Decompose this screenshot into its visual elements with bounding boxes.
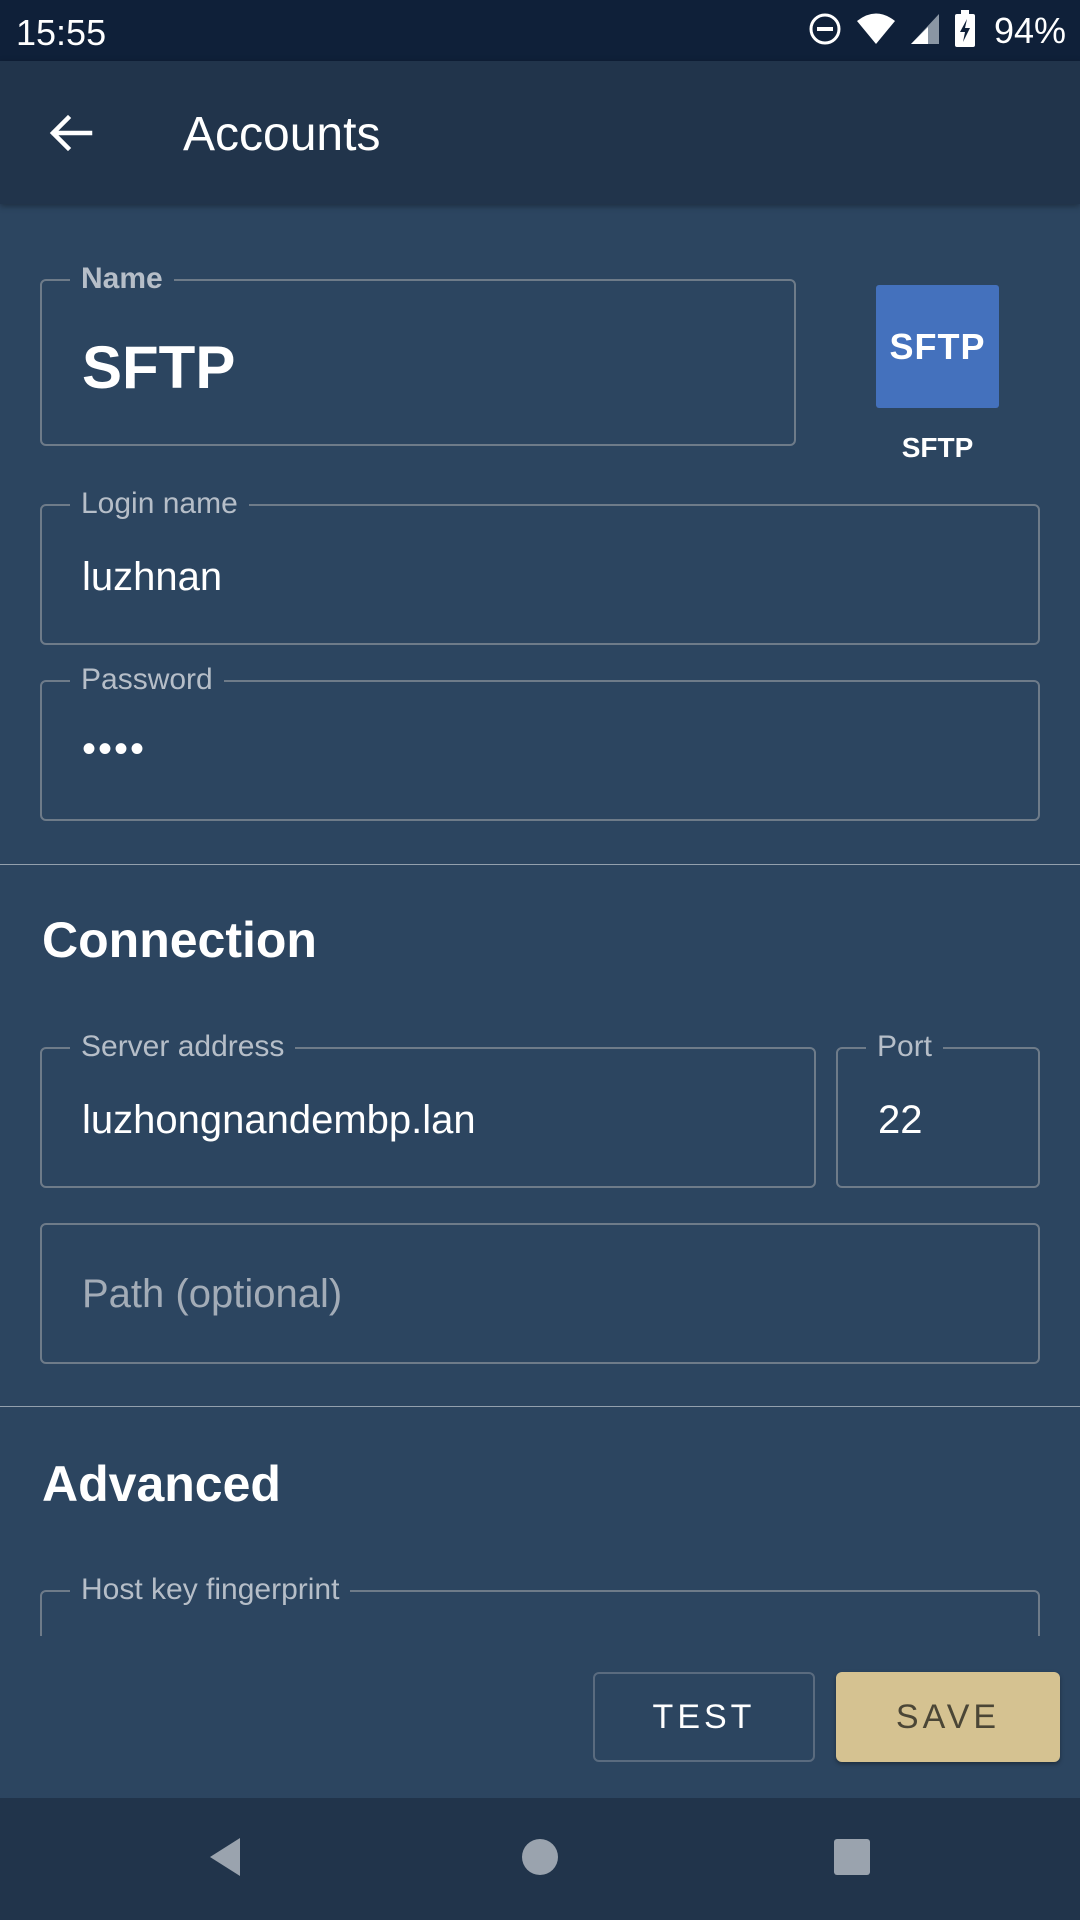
connection-title: Connection: [42, 912, 317, 968]
nav-back-button[interactable]: [196, 1829, 256, 1889]
battery-percent: 94%: [993, 10, 1066, 51]
save-button-label: SAVE: [895, 1697, 1001, 1736]
login-name-value: luzhnan: [82, 555, 223, 599]
account-type-tile-label: SFTP: [889, 325, 986, 367]
app-bar: Accounts: [0, 61, 1080, 204]
status-time: 15:55: [16, 12, 107, 53]
section-divider: [0, 864, 1080, 865]
server-address-label: Server address: [70, 1029, 296, 1065]
name-label: Name: [70, 261, 174, 297]
account-type-caption: SFTP: [901, 432, 974, 463]
battery-charging-icon: [954, 9, 976, 53]
host-key-fingerprint-label: Host key fingerprint: [70, 1572, 351, 1608]
nav-recents-button[interactable]: [822, 1829, 882, 1889]
signal-icon: [910, 12, 940, 51]
host-key-fingerprint-field[interactable]: Host key fingerprint: [40, 1572, 1040, 1636]
page-title: Accounts: [183, 108, 381, 161]
port-value: 22: [878, 1098, 923, 1142]
back-button[interactable]: [40, 105, 100, 165]
name-field[interactable]: Name SFTP: [40, 261, 796, 446]
back-triangle-icon: [204, 1835, 248, 1884]
arrow-back-icon: [47, 110, 93, 161]
path-field[interactable]: Path (optional): [40, 1223, 1040, 1364]
port-field[interactable]: Port 22: [836, 1029, 1040, 1188]
wifi-icon: [856, 12, 896, 51]
advanced-title: Advanced: [42, 1456, 281, 1512]
status-icons: 94%: [808, 9, 1066, 53]
home-circle-icon: [518, 1835, 562, 1884]
do-not-disturb-icon: [808, 12, 842, 51]
password-value: ••••: [82, 727, 147, 771]
password-label: Password: [70, 662, 224, 698]
section-divider: [0, 1406, 1080, 1407]
login-name-label: Login name: [70, 486, 249, 522]
host-key-fingerprint-clip: Host key fingerprint: [0, 1560, 1080, 1636]
navigation-bar: [0, 1798, 1080, 1920]
test-button-label: TEST: [652, 1697, 756, 1736]
status-bar: 15:55 94%: [0, 0, 1080, 61]
password-field[interactable]: Password ••••: [40, 662, 1040, 821]
nav-home-button[interactable]: [510, 1829, 570, 1889]
account-type-tile[interactable]: SFTP: [876, 285, 999, 408]
server-address-value: luzhongnandembp.lan: [82, 1098, 476, 1142]
server-address-field[interactable]: Server address luzhongnandembp.lan: [40, 1029, 816, 1188]
path-placeholder: Path (optional): [82, 1272, 343, 1316]
save-button[interactable]: SAVE: [836, 1672, 1060, 1762]
port-label: Port: [866, 1029, 944, 1065]
name-value: SFTP: [82, 334, 236, 401]
login-name-field[interactable]: Login name luzhnan: [40, 486, 1040, 645]
test-button[interactable]: TEST: [593, 1672, 815, 1762]
recents-square-icon: [830, 1835, 874, 1884]
